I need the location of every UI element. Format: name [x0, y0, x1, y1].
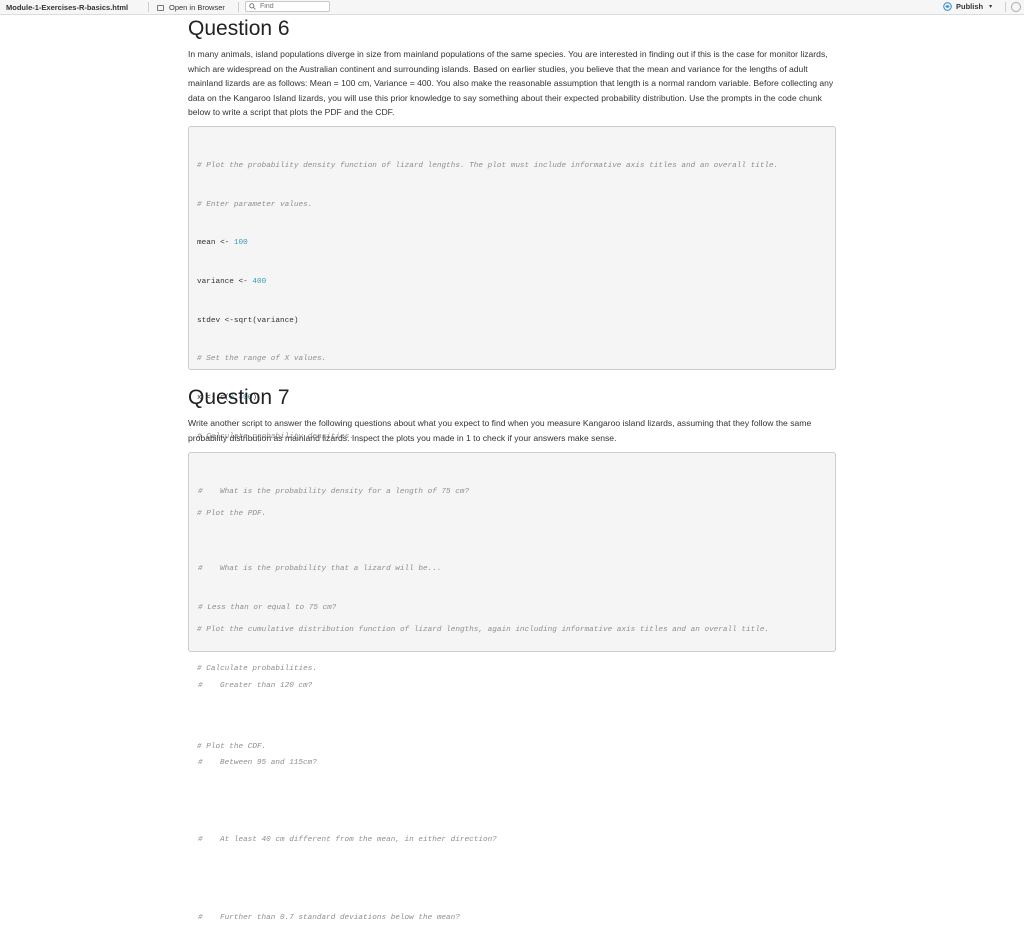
code-comment-text: At least 40 cm different from the mean, …: [220, 836, 497, 845]
code-hash: #: [198, 681, 203, 690]
code-comment: # Less than or equal to 75 cm?: [198, 604, 337, 613]
question-6-code-block[interactable]: # Plot the probability density function …: [188, 125, 836, 751]
code-comment: # Enter parameter values.: [197, 200, 313, 209]
code-text: mean <-: [197, 239, 234, 248]
search-icon: [249, 3, 256, 10]
code-hash: #: [198, 565, 203, 574]
viewer-toolbar: Module-1-Exercises-R-basics.html Open in…: [0, 0, 1024, 15]
browser-icon: [157, 4, 164, 11]
find-box[interactable]: [245, 1, 330, 12]
code-line-variance: variance <- 400: [197, 276, 827, 289]
code-number: 400: [252, 277, 267, 286]
open-in-browser-button[interactable]: Open in Browser: [157, 3, 225, 12]
code-line-mean: mean <- 100: [197, 237, 827, 250]
toolbar-divider: [1005, 2, 1006, 12]
code-comment-text: Further than 0.7 standard deviations bel…: [220, 913, 460, 922]
toolbar-divider: [238, 2, 239, 12]
chevron-down-icon[interactable]: ▾: [989, 3, 992, 10]
code-line-stdev: stdev <-sqrt(variance): [197, 316, 299, 325]
code-comment: # Between 95 and 115cm?: [197, 757, 827, 770]
code-comment: # Set the range of X values.: [197, 355, 327, 364]
file-name: Module-1-Exercises-R-basics.html: [6, 3, 129, 12]
code-comment: # Plot the CDF.: [197, 742, 267, 751]
question-6-title: Question 6: [188, 17, 290, 40]
code-comment-text: Between 95 and 115cm?: [220, 758, 317, 767]
code-comment: # What is the probability that a lizard w…: [197, 563, 827, 576]
code-hash: #: [198, 836, 203, 845]
publish-icon: [943, 2, 952, 11]
code-hash: #: [198, 758, 203, 767]
code-comment-text: What is the probability density for a le…: [220, 487, 470, 496]
code-comment: # Plot the probability density function …: [197, 161, 779, 170]
code-hash: #: [198, 487, 203, 496]
code-comment: # At least 40 cm different from the mean,…: [197, 834, 827, 847]
question-7-title: Question 7: [188, 385, 290, 409]
question-7-code-block[interactable]: # What is the probability density for a l…: [188, 452, 836, 922]
refresh-icon[interactable]: [1011, 2, 1021, 12]
toolbar-divider: [148, 2, 149, 12]
code-comment: # Greater than 120 cm?: [197, 680, 827, 693]
find-input[interactable]: [260, 2, 320, 11]
code-hash: #: [198, 913, 203, 922]
code-comment: # Further than 0.7 standard deviations be…: [197, 912, 827, 925]
question-7-text: Write another script to answer the follo…: [188, 417, 812, 443]
document-content: Question 6 In many animals, island popul…: [188, 15, 836, 922]
code-comment: # What is the probability density for a l…: [197, 486, 827, 499]
publish-button[interactable]: Publish ▾: [943, 2, 992, 11]
code-comment: # Plot the cumulative distribution funct…: [197, 626, 770, 635]
code-number: 100: [233, 239, 248, 248]
code-comment: # Calculate probabilities.: [197, 665, 317, 674]
question-6-text: In many animals, island populations dive…: [188, 49, 834, 118]
publish-label: Publish: [956, 2, 984, 11]
code-comment-text: Greater than 120 cm?: [220, 681, 313, 690]
code-comment-text: What is the probability that a lizard wi…: [220, 565, 442, 574]
code-text: variance <-: [197, 277, 253, 286]
open-in-browser-label: Open in Browser: [169, 3, 225, 12]
